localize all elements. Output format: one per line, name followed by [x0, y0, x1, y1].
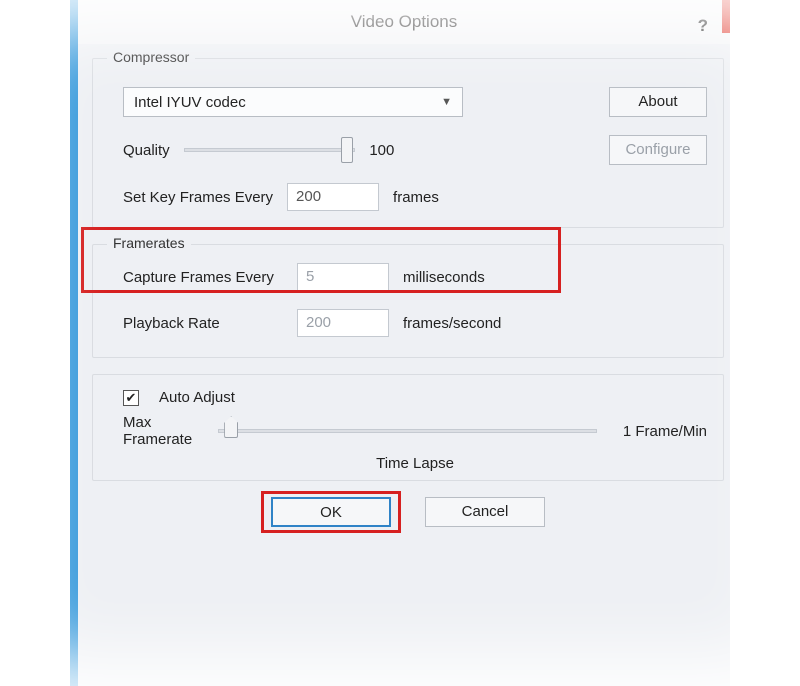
configure-button: Configure	[609, 135, 707, 165]
quality-value: 100	[369, 142, 409, 159]
quality-slider[interactable]	[184, 139, 356, 161]
playback-unit: frames/second	[403, 315, 501, 332]
autoadjust-label: Auto Adjust	[159, 389, 235, 406]
framerates-legend: Framerates	[107, 235, 191, 251]
title-bar: Video Options ?	[78, 0, 730, 44]
autoadjust-checkbox[interactable]: ✔	[123, 390, 139, 406]
playback-input[interactable]: 200	[297, 309, 389, 337]
codec-select[interactable]: Intel IYUV codec ▼	[123, 87, 463, 117]
capture-label: Capture Frames Every	[123, 269, 283, 286]
max-framerate-slider[interactable]	[218, 420, 597, 442]
chevron-down-icon: ▼	[441, 96, 452, 108]
keyframe-label: Set Key Frames Every	[123, 189, 273, 206]
compressor-legend: Compressor	[107, 49, 195, 65]
time-lapse-label: Time Lapse	[376, 455, 454, 472]
window-title: Video Options	[351, 12, 457, 31]
keyframe-input[interactable]: 200	[287, 183, 379, 211]
codec-value: Intel IYUV codec	[134, 94, 246, 111]
autoadjust-group: ✔ Auto Adjust Max Framerate 1 Frame/Min	[92, 374, 724, 481]
playback-label: Playback Rate	[123, 315, 283, 332]
help-icon[interactable]: ?	[698, 4, 708, 48]
about-button[interactable]: About	[609, 87, 707, 117]
capture-unit: milliseconds	[403, 269, 485, 286]
framerates-group: Framerates Capture Frames Every 5 millis…	[92, 244, 724, 358]
capture-input[interactable]: 5	[297, 263, 389, 291]
ok-button[interactable]: OK	[271, 497, 391, 527]
cancel-button[interactable]: Cancel	[425, 497, 545, 527]
max-framerate-label-2: Framerate	[123, 431, 192, 448]
one-frame-min-label: 1 Frame/Min	[623, 423, 707, 440]
compressor-group: Compressor Intel IYUV codec ▼ About Qual…	[92, 58, 724, 228]
keyframe-unit: frames	[393, 189, 439, 206]
max-framerate-label-1: Max	[123, 414, 192, 431]
close-button-edge[interactable]	[722, 0, 730, 33]
dialog-window: Video Options ? Compressor Intel IYUV co…	[70, 0, 730, 686]
quality-label: Quality	[123, 142, 170, 159]
